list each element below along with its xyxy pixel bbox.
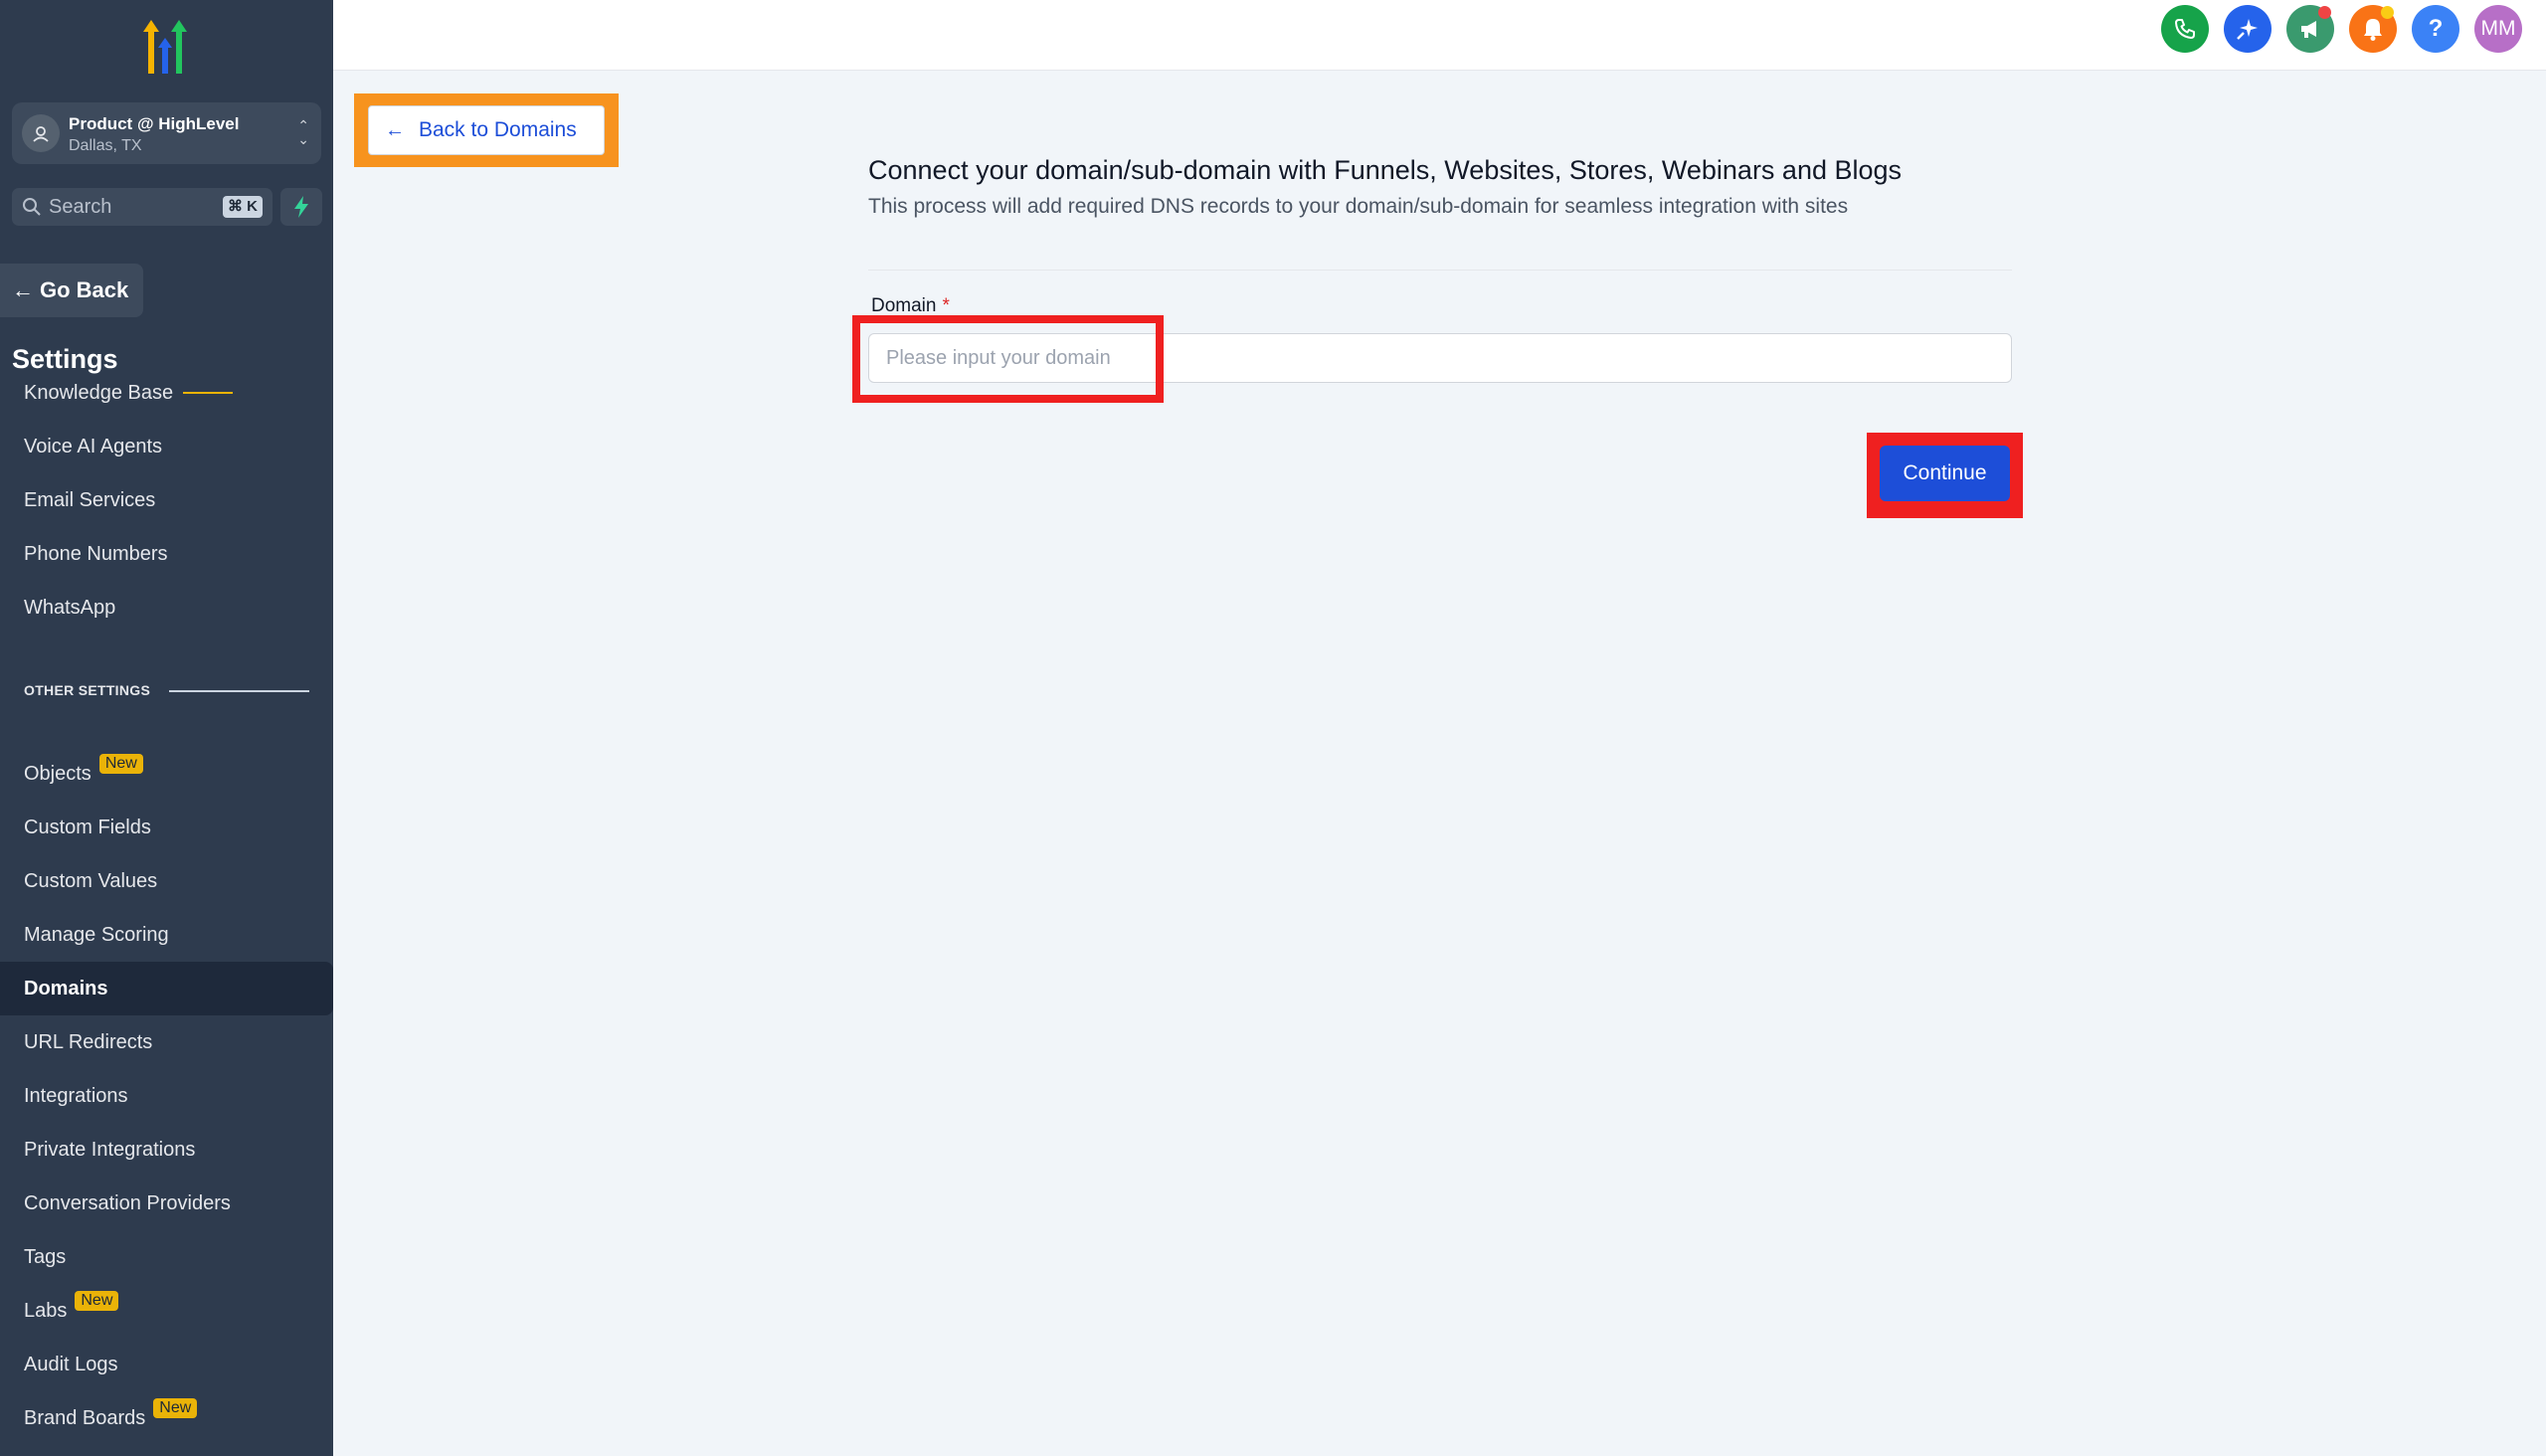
user-avatar[interactable]: MM — [2474, 5, 2522, 53]
domain-label: Domain * — [871, 295, 950, 317]
sidebar-item-brand-boards[interactable]: Brand Boards New — [0, 1391, 333, 1445]
highlevel-logo[interactable] — [133, 18, 197, 80]
lightning-icon — [294, 196, 308, 218]
sidebar-item-manage-scoring[interactable]: Manage Scoring — [0, 908, 333, 962]
sidebar-item-label: Private Integrations — [24, 1138, 196, 1161]
bell-icon — [2364, 19, 2382, 41]
search-icon — [23, 198, 41, 216]
sidebar-item-label: URL Redirects — [24, 1030, 153, 1053]
sidebar-item-label: Custom Fields — [24, 816, 151, 838]
required-marker: * — [942, 295, 950, 316]
page-title: Connect your domain/sub-domain with Funn… — [868, 155, 1903, 185]
account-name: Product @ HighLevel — [69, 114, 240, 133]
sidebar-item-whatsapp[interactable]: WhatsApp — [0, 581, 333, 635]
sidebar-item-label: Objects — [24, 762, 91, 785]
sidebar-item-private-integrations[interactable]: Private Integrations — [0, 1123, 333, 1177]
search-shortcut: ⌘ K — [223, 196, 263, 218]
phone-button[interactable] — [2161, 5, 2209, 53]
phone-icon — [2175, 19, 2195, 39]
new-badge: New — [75, 1291, 119, 1311]
notification-dot — [2381, 6, 2394, 19]
section-divider — [169, 690, 309, 692]
chevron-updown-icon: ⌃ ⌄ — [297, 117, 309, 147]
sidebar-item-label: Integrations — [24, 1084, 128, 1107]
top-bar: ? MM — [333, 0, 2546, 71]
new-badge: New — [153, 1398, 198, 1418]
domain-label-text: Domain — [871, 295, 937, 316]
help-icon: ? — [2428, 15, 2444, 42]
sidebar-item-audit-logs[interactable]: Audit Logs — [0, 1338, 333, 1391]
megaphone-icon — [2301, 21, 2316, 38]
sidebar-item-tags[interactable]: Tags — [0, 1230, 333, 1284]
sparkle-icon — [2237, 19, 2258, 40]
help-button[interactable]: ? — [2412, 5, 2459, 53]
back-to-domains-button[interactable]: ← Back to Domains — [368, 105, 605, 155]
sidebar-item-url-redirects[interactable]: URL Redirects — [0, 1015, 333, 1069]
sidebar: Product @ HighLevel Dallas, TX ⌃ ⌄ Search… — [0, 0, 333, 1456]
go-back-button[interactable]: ← Go Back — [0, 264, 143, 317]
sidebar-item-label: Audit Logs — [24, 1353, 118, 1375]
section-other-settings: OTHER SETTINGS — [24, 682, 151, 698]
sidebar-item-objects[interactable]: Objects New — [0, 747, 333, 801]
sidebar-item-label: Custom Values — [24, 869, 158, 892]
sidebar-item-label: Phone Numbers — [24, 542, 168, 565]
announcements-button[interactable] — [2286, 5, 2334, 53]
quick-actions-button[interactable] — [280, 188, 322, 226]
sidebar-item-domains[interactable]: Domains — [0, 962, 333, 1015]
sidebar-item-custom-values[interactable]: Custom Values — [0, 854, 333, 908]
sidebar-item-knowledge-base[interactable]: Knowledge Base — [0, 380, 333, 420]
page-subtitle: This process will add required DNS recor… — [868, 195, 1849, 218]
new-badge: New — [98, 754, 143, 774]
sidebar-item-custom-fields[interactable]: Custom Fields — [0, 801, 333, 854]
domain-input[interactable] — [868, 333, 2012, 383]
sidebar-item-phone-numbers[interactable]: Phone Numbers — [0, 527, 333, 581]
sidebar-item-label: Brand Boards — [24, 1406, 146, 1429]
ai-assist-button[interactable] — [2224, 5, 2272, 53]
sidebar-item-labs[interactable]: Labs New — [0, 1284, 333, 1338]
sidebar-item-label: Labs — [24, 1299, 68, 1322]
notification-dot — [2318, 6, 2331, 19]
section-divider — [868, 270, 2012, 271]
highlight-underline — [183, 392, 234, 394]
sidebar-item-label: Knowledge Base — [24, 381, 174, 404]
sidebar-item-label: Domains — [24, 977, 108, 1000]
sidebar-item-label: Email Services — [24, 488, 156, 511]
settings-menu: Knowledge Base Voice AI Agents Email Ser… — [0, 380, 333, 1456]
location-icon — [22, 114, 60, 152]
continue-button[interactable]: Continue — [1880, 446, 2010, 501]
search-label: Search — [49, 196, 112, 218]
sidebar-item-label: WhatsApp — [24, 596, 116, 619]
sidebar-item-label: Conversation Providers — [24, 1191, 231, 1214]
sidebar-item-label: Voice AI Agents — [24, 435, 162, 457]
arrow-left-icon: ← — [385, 118, 405, 141]
search-box[interactable]: Search ⌘ K — [12, 188, 273, 226]
sidebar-item-conversation-providers[interactable]: Conversation Providers — [0, 1177, 333, 1230]
sidebar-item-voice-ai-agents[interactable]: Voice AI Agents — [0, 420, 333, 473]
account-location: Dallas, TX — [69, 137, 142, 154]
go-back-label: Go Back — [40, 277, 129, 302]
sidebar-item-email-services[interactable]: Email Services — [0, 473, 333, 527]
notifications-button[interactable] — [2349, 5, 2397, 53]
user-initials: MM — [2480, 17, 2516, 40]
account-switcher[interactable]: Product @ HighLevel Dallas, TX ⌃ ⌄ — [12, 102, 321, 164]
sidebar-item-label: Tags — [24, 1245, 67, 1268]
sidebar-item-label: Manage Scoring — [24, 923, 169, 946]
sidebar-item-integrations[interactable]: Integrations — [0, 1069, 333, 1123]
arrow-left-icon: ← — [12, 277, 34, 302]
back-to-domains-label: Back to Domains — [419, 118, 577, 141]
settings-title: Settings — [12, 344, 118, 374]
